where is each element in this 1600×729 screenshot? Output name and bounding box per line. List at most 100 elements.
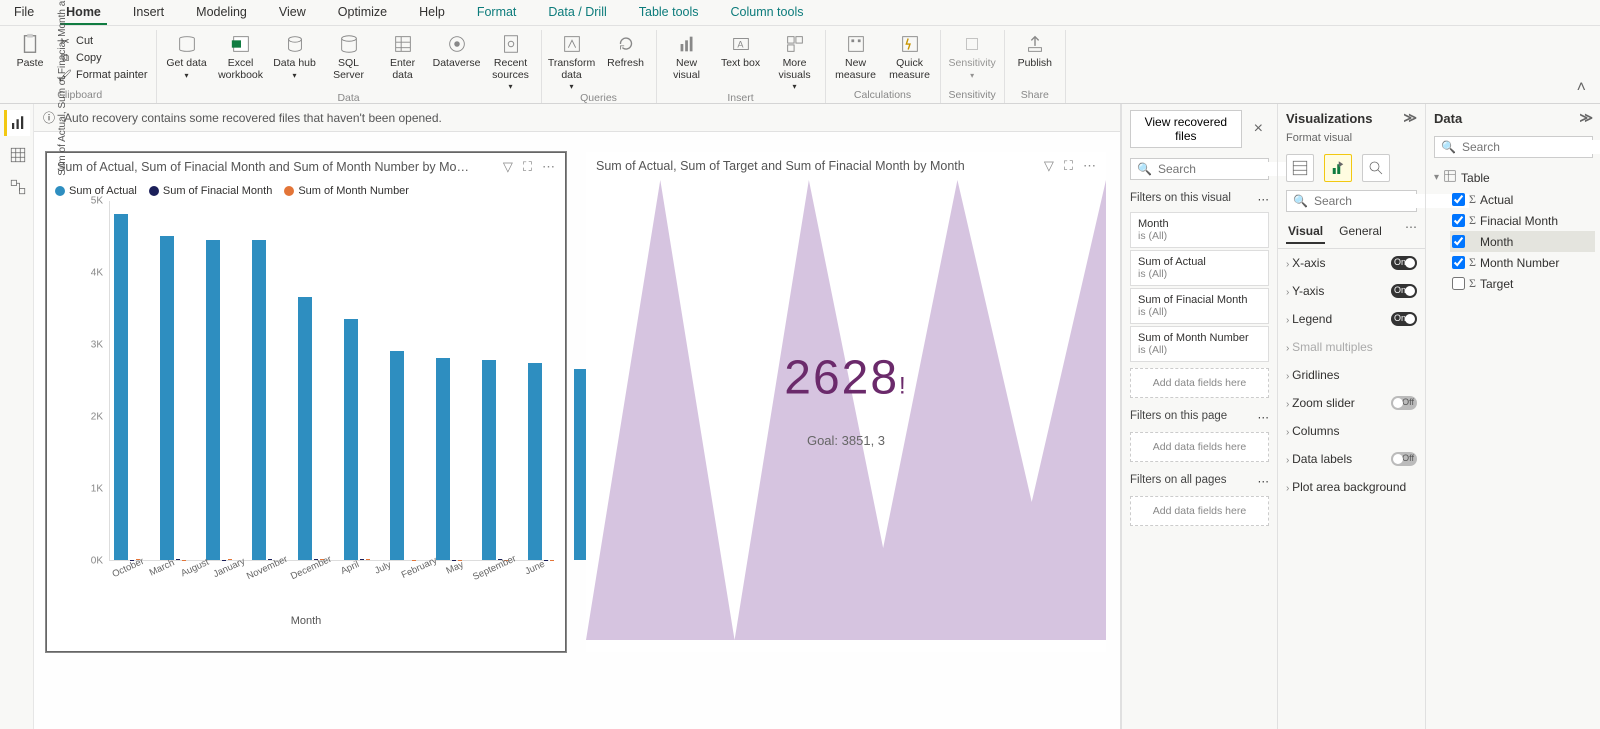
excel-button[interactable]: Excel workbook (219, 30, 263, 81)
focus-mode-icon[interactable]: ⛶ (523, 159, 532, 175)
table-view-icon[interactable] (4, 142, 30, 168)
filter-card[interactable]: Sum of Actualis (All) (1130, 250, 1269, 286)
format-row[interactable]: › Columns (1278, 417, 1425, 445)
enter-data-button[interactable]: Enter data (381, 30, 425, 81)
toggle-off[interactable]: Off (1391, 396, 1417, 410)
field-node[interactable]: ΣFinacial Month (1450, 210, 1595, 231)
bar[interactable] (482, 360, 496, 560)
bar[interactable] (114, 214, 128, 560)
data-search[interactable]: 🔍 (1434, 136, 1593, 158)
bar[interactable] (390, 351, 404, 560)
field-checkbox[interactable] (1452, 214, 1465, 227)
sql-server-button[interactable]: SQL Server (327, 30, 371, 81)
field-node[interactable]: ΣTarget (1450, 273, 1595, 294)
field-checkbox[interactable] (1452, 193, 1465, 206)
more-options-icon[interactable]: ⋯ (542, 159, 555, 175)
copy-button[interactable]: ⧉Copy (58, 51, 148, 65)
viz-collapse-button[interactable]: ≫ (1403, 110, 1417, 126)
dataverse-button[interactable]: Dataverse (435, 30, 479, 70)
data-search-input[interactable] (1462, 140, 1600, 154)
more-visuals-button[interactable]: More visuals▾ (773, 30, 817, 92)
format-row[interactable]: › LegendOn (1278, 305, 1425, 333)
sensitivity-button[interactable]: Sensitivity▾ (950, 30, 994, 80)
filter-icon[interactable]: ▽ (503, 159, 513, 175)
new-visual-button[interactable]: New visual (665, 30, 709, 81)
format-painter-button[interactable]: 🖌Format painter (58, 68, 148, 82)
viz-tab-visual[interactable]: Visual (1286, 220, 1325, 244)
quick-measure-button[interactable]: Quick measure (888, 30, 932, 81)
more-options-icon[interactable]: ⋯ (1083, 158, 1096, 174)
menu-data-drill[interactable]: Data / Drill (542, 1, 612, 25)
bar[interactable] (366, 559, 370, 560)
bar[interactable] (344, 319, 358, 560)
kpi-visual[interactable]: Sum of Actual, Sum of Target and Sum of … (586, 152, 1106, 652)
viz-tab-more[interactable]: ⋯ (1405, 220, 1417, 244)
new-measure-button[interactable]: New measure (834, 30, 878, 81)
filter-card[interactable]: Monthis (All) (1130, 212, 1269, 248)
add-fields-drop-all[interactable]: Add data fields here (1130, 496, 1269, 526)
menu-modeling[interactable]: Modeling (190, 1, 253, 25)
cut-button[interactable]: ✂Cut (58, 34, 148, 48)
viz-search[interactable]: 🔍 (1286, 190, 1417, 212)
bar-chart-visual[interactable]: Sum of Actual, Sum of Finacial Month and… (46, 152, 566, 652)
recovery-close-button[interactable]: × (1248, 116, 1269, 142)
filters-search[interactable]: 🔍 (1130, 158, 1269, 180)
publish-button[interactable]: Publish (1013, 30, 1057, 70)
filter-icon[interactable]: ▽ (1044, 158, 1054, 174)
get-data-button[interactable]: Get data▾ (165, 30, 209, 80)
table-node[interactable]: ▾ Table (1432, 166, 1595, 189)
toggle-on[interactable]: On (1391, 284, 1417, 298)
view-recovered-files-button[interactable]: View recovered files (1130, 110, 1242, 148)
bar[interactable] (436, 358, 450, 560)
field-checkbox[interactable] (1452, 277, 1465, 290)
viz-tab-general[interactable]: General (1337, 220, 1384, 244)
add-fields-drop-visual[interactable]: Add data fields here (1130, 368, 1269, 398)
bar[interactable] (160, 236, 174, 560)
menu-insert[interactable]: Insert (127, 1, 170, 25)
toggle-on[interactable]: On (1391, 256, 1417, 270)
report-canvas[interactable]: Sum of Actual, Sum of Finacial Month and… (34, 132, 1120, 729)
bar[interactable] (252, 240, 266, 560)
format-row[interactable]: › Y-axisOn (1278, 277, 1425, 305)
add-fields-drop-page[interactable]: Add data fields here (1130, 432, 1269, 462)
section-more-icon[interactable]: ⋯ (1258, 410, 1270, 424)
format-row[interactable]: › Gridlines (1278, 361, 1425, 389)
filter-card[interactable]: Sum of Finacial Monthis (All) (1130, 288, 1269, 324)
section-more-icon[interactable]: ⋯ (1258, 192, 1270, 206)
analytics-tool[interactable] (1362, 154, 1390, 182)
menu-table-tools[interactable]: Table tools (633, 1, 705, 25)
bar[interactable] (298, 297, 312, 560)
format-row[interactable]: › Plot area background (1278, 473, 1425, 501)
paste-button[interactable]: Paste (12, 30, 48, 70)
menu-format[interactable]: Format (471, 1, 523, 25)
toggle-on[interactable]: On (1391, 312, 1417, 326)
bar[interactable] (528, 363, 542, 560)
data-collapse-button[interactable]: ≫ (1579, 110, 1593, 126)
transform-data-button[interactable]: Transform data▾ (550, 30, 594, 92)
field-node[interactable]: ΣMonth (1450, 231, 1595, 252)
refresh-button[interactable]: Refresh (604, 30, 648, 70)
recent-sources-button[interactable]: Recent sources▾ (489, 30, 533, 92)
menu-help[interactable]: Help (413, 1, 451, 25)
data-hub-button[interactable]: Data hub▾ (273, 30, 317, 80)
menu-column-tools[interactable]: Column tools (725, 1, 810, 25)
format-row[interactable]: › Data labelsOff (1278, 445, 1425, 473)
menu-file[interactable]: File (8, 1, 40, 25)
text-box-button[interactable]: AText box (719, 30, 763, 70)
section-more-icon[interactable]: ⋯ (1258, 474, 1270, 488)
format-row[interactable]: › Zoom sliderOff (1278, 389, 1425, 417)
menu-optimize[interactable]: Optimize (332, 1, 393, 25)
format-visual-tool[interactable] (1324, 154, 1352, 182)
field-checkbox[interactable] (1452, 235, 1465, 248)
menu-view[interactable]: View (273, 1, 312, 25)
focus-mode-icon[interactable]: ⛶ (1064, 158, 1073, 174)
field-checkbox[interactable] (1452, 256, 1465, 269)
field-node[interactable]: ΣActual (1450, 189, 1595, 210)
report-view-icon[interactable] (4, 110, 30, 136)
field-node[interactable]: ΣMonth Number (1450, 252, 1595, 273)
filter-card[interactable]: Sum of Month Numberis (All) (1130, 326, 1269, 362)
bar[interactable] (206, 240, 220, 560)
ribbon-collapse-button[interactable]: ˄ (1567, 73, 1596, 103)
format-row[interactable]: › X-axisOn (1278, 249, 1425, 277)
build-visual-tool[interactable] (1286, 154, 1314, 182)
